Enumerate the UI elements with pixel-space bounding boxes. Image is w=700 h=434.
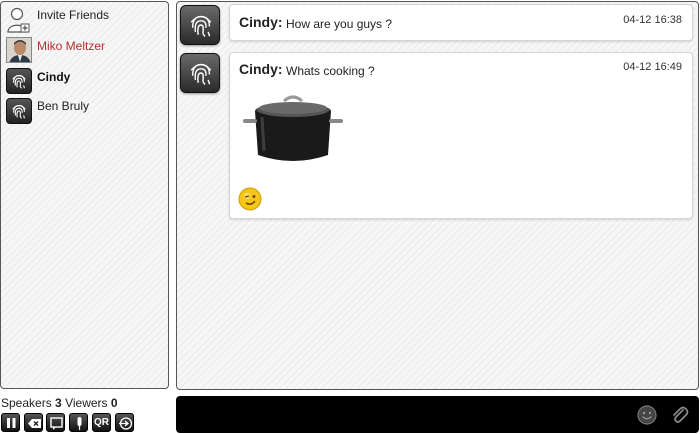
viewers-count: 0 xyxy=(110,396,118,410)
message-text: Whats cooking ? xyxy=(286,64,375,78)
user-name: Ben Bruly xyxy=(37,99,90,113)
user-list-panel: Invite Friends Miko Meltzer Cindy Ben Br… xyxy=(0,1,169,389)
invite-friends-item[interactable]: Invite Friends xyxy=(5,6,165,34)
chat-bubble-icon xyxy=(50,417,63,430)
user-name: Miko Meltzer xyxy=(37,39,106,53)
chat-message: Cindy: How are you guys ? 04-12 16:38 xyxy=(229,4,693,41)
invite-friends-label: Invite Friends xyxy=(37,8,110,22)
message-sender: Cindy: xyxy=(239,61,283,77)
fingerprint-icon xyxy=(6,98,32,124)
participant-counts: Speakers 3 Viewers 0 xyxy=(1,396,118,410)
speakers-label: Speakers xyxy=(1,396,52,410)
logout-button[interactable] xyxy=(115,413,134,432)
fingerprint-icon xyxy=(180,5,220,45)
add-user-icon xyxy=(6,6,32,37)
chat-message: Cindy: Whats cooking ? 04-12 16:49 xyxy=(229,52,693,219)
qr-button[interactable]: QR xyxy=(92,413,111,432)
photo-avatar xyxy=(6,37,32,63)
paperclip-icon[interactable] xyxy=(668,404,690,426)
speakers-count: 3 xyxy=(55,396,62,410)
pause-button[interactable] xyxy=(1,413,20,432)
cooking-pot-image[interactable] xyxy=(240,83,347,186)
message-text: How are you guys ? xyxy=(286,17,393,31)
backspace-button[interactable] xyxy=(24,413,43,432)
fingerprint-icon xyxy=(6,68,32,94)
user-list-item[interactable]: Miko Meltzer xyxy=(5,37,165,65)
message-sender: Cindy: xyxy=(239,14,283,30)
user-list-item[interactable]: Cindy xyxy=(5,68,165,96)
pause-icon xyxy=(7,418,16,428)
backspace-icon xyxy=(28,419,41,428)
microphone-button[interactable] xyxy=(69,413,88,432)
smiley-icon[interactable] xyxy=(636,404,658,426)
user-name: Cindy xyxy=(37,70,71,84)
wink-smiley-icon xyxy=(238,187,262,211)
message-timestamp: 04-12 16:38 xyxy=(623,14,682,26)
chat-panel: Cindy: How are you guys ? 04-12 16:38 Ci… xyxy=(176,1,699,390)
message-composer xyxy=(176,396,699,433)
message-timestamp: 04-12 16:49 xyxy=(623,61,682,73)
viewers-label: Viewers xyxy=(65,396,108,410)
qr-icon: QR xyxy=(94,417,109,428)
logout-icon xyxy=(119,417,133,430)
message-input[interactable] xyxy=(184,402,628,428)
fingerprint-icon xyxy=(180,53,220,93)
chat-toggle-button[interactable] xyxy=(46,413,65,432)
microphone-icon xyxy=(77,417,82,430)
user-list-item[interactable]: Ben Bruly xyxy=(5,98,165,126)
